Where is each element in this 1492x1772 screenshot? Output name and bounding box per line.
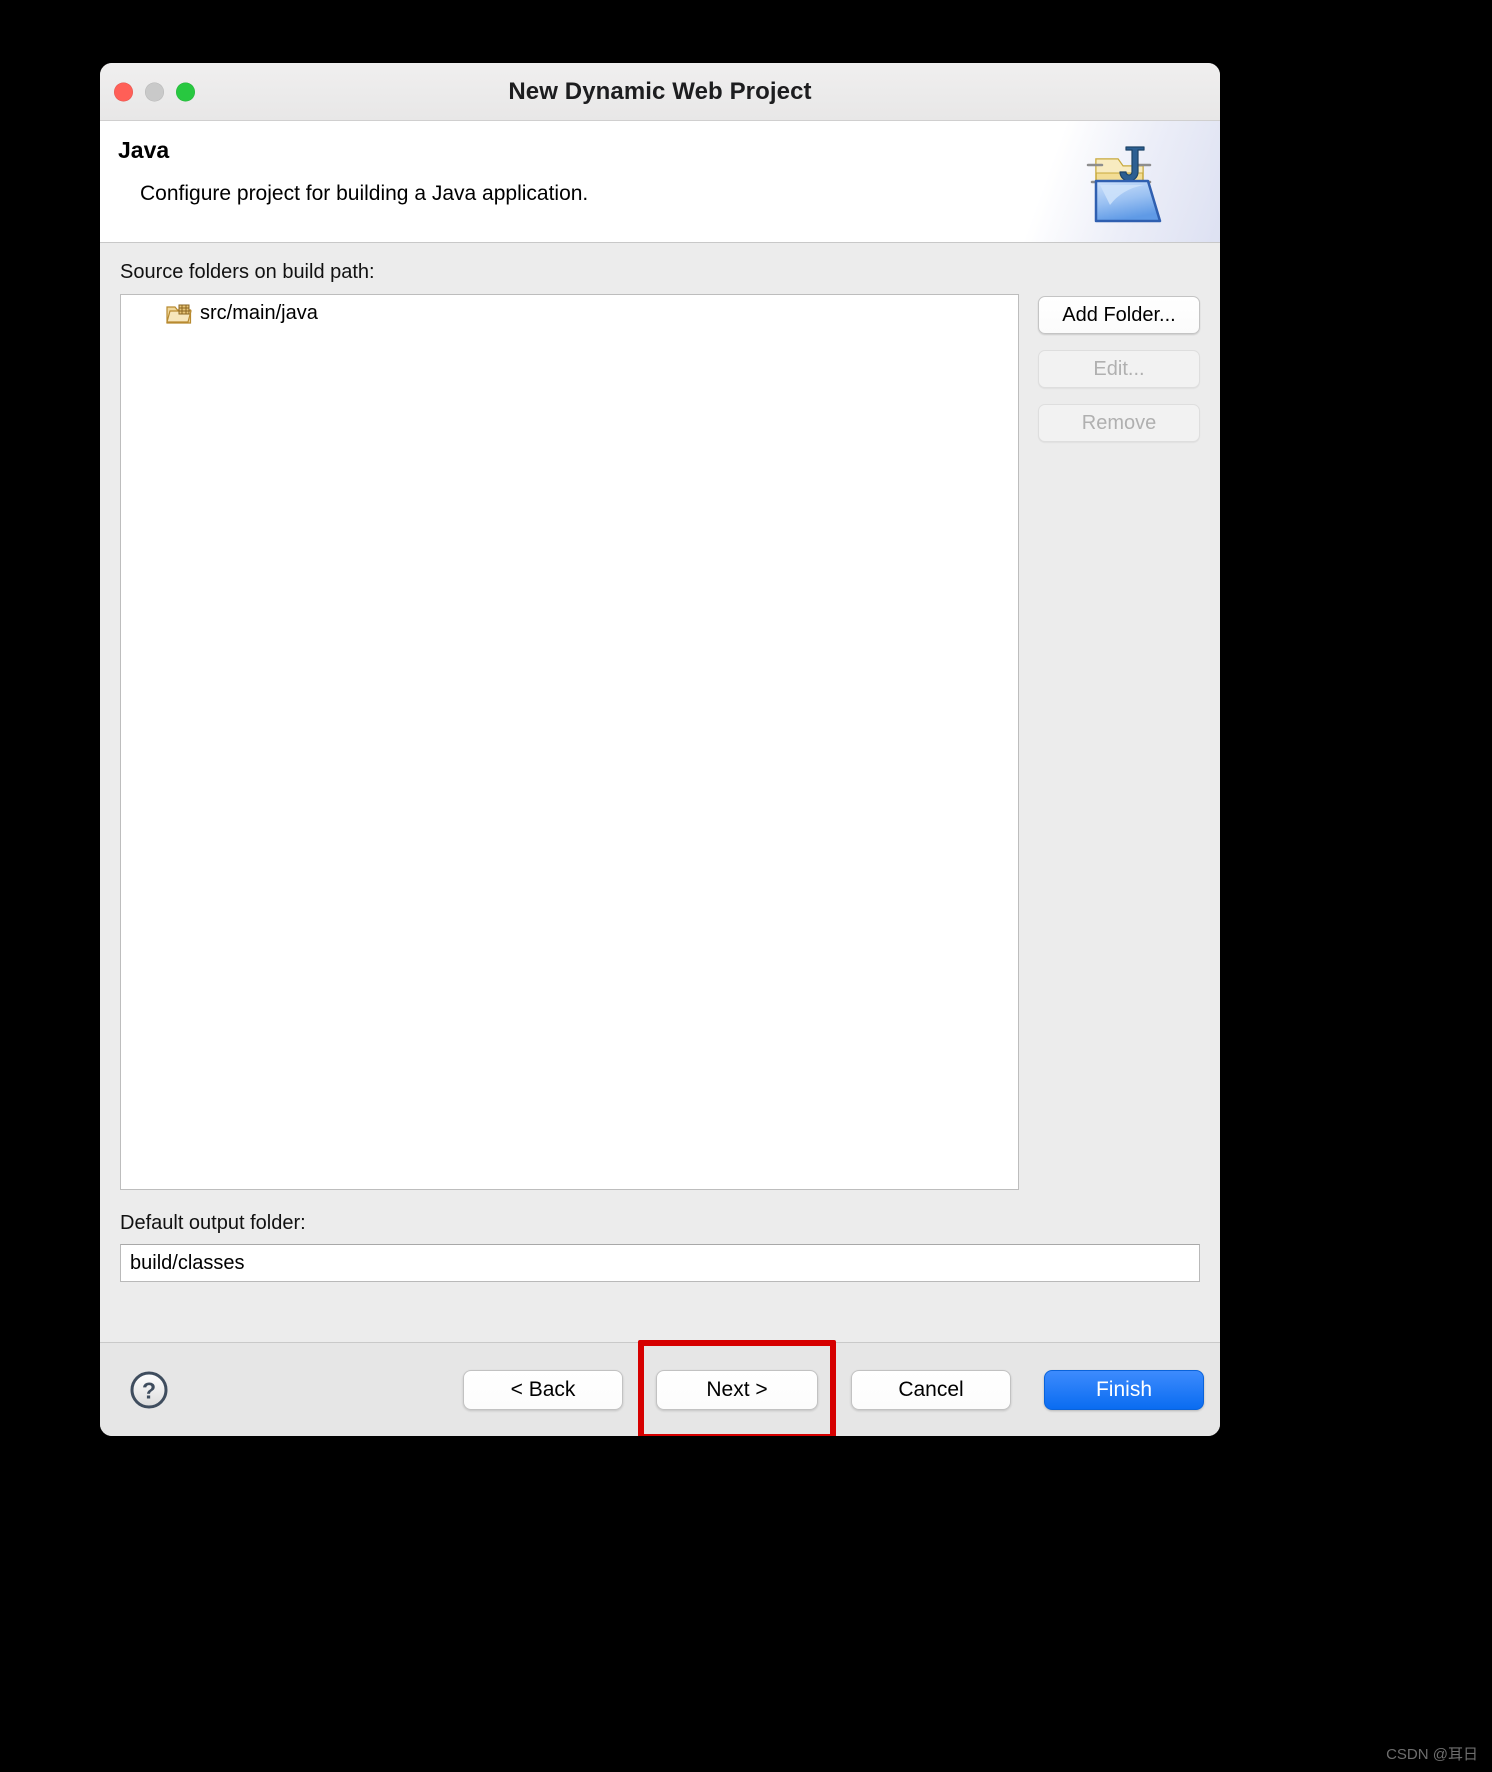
source-folder-icon	[166, 303, 192, 325]
maximize-button[interactable]	[176, 82, 195, 101]
wizard-banner: Java Configure project for building a Ja…	[100, 121, 1220, 243]
watermark: CSDN @耳日	[1386, 1746, 1478, 1763]
window-controls	[114, 82, 195, 101]
add-folder-button[interactable]: Add Folder...	[1038, 296, 1200, 334]
window-title: New Dynamic Web Project	[508, 77, 812, 105]
remove-button: Remove	[1038, 404, 1200, 442]
footer-buttons: < Back Next > Cancel Finish	[463, 1339, 1204, 1436]
dialog-body: Source folders on build path: src/main/j…	[100, 243, 1220, 1342]
source-folders-row: src/main/java Add Folder... Edit... Remo…	[120, 294, 1200, 1190]
new-dynamic-web-project-dialog: New Dynamic Web Project Java Configure p…	[100, 63, 1220, 1436]
source-folders-list[interactable]: src/main/java	[120, 294, 1019, 1190]
list-item-label: src/main/java	[200, 302, 318, 324]
default-output-folder-label: Default output folder:	[120, 1212, 306, 1234]
source-folders-label: Source folders on build path:	[120, 261, 375, 283]
default-output-folder-input[interactable]: build/classes	[120, 1244, 1200, 1282]
back-button[interactable]: < Back	[463, 1369, 623, 1410]
minimize-button[interactable]	[145, 82, 164, 101]
java-folder-wizard-icon	[1066, 137, 1184, 233]
svg-text:?: ?	[142, 1377, 156, 1403]
edit-button: Edit...	[1038, 350, 1200, 388]
finish-button[interactable]: Finish	[1044, 1369, 1204, 1410]
list-item[interactable]: src/main/java	[121, 295, 1018, 325]
help-button[interactable]: ?	[129, 1370, 169, 1410]
close-button[interactable]	[114, 82, 133, 101]
source-folders-buttons: Add Folder... Edit... Remove	[1038, 294, 1200, 1190]
cancel-button[interactable]: Cancel	[851, 1369, 1011, 1410]
next-button-wrapper: Next >	[638, 1339, 836, 1436]
title-bar: New Dynamic Web Project	[100, 63, 1220, 121]
next-button[interactable]: Next >	[656, 1369, 818, 1410]
screen: New Dynamic Web Project Java Configure p…	[0, 0, 1492, 1772]
dialog-footer: ? < Back Next > Cancel Finish	[100, 1339, 1220, 1436]
question-mark-icon: ?	[130, 1371, 168, 1408]
